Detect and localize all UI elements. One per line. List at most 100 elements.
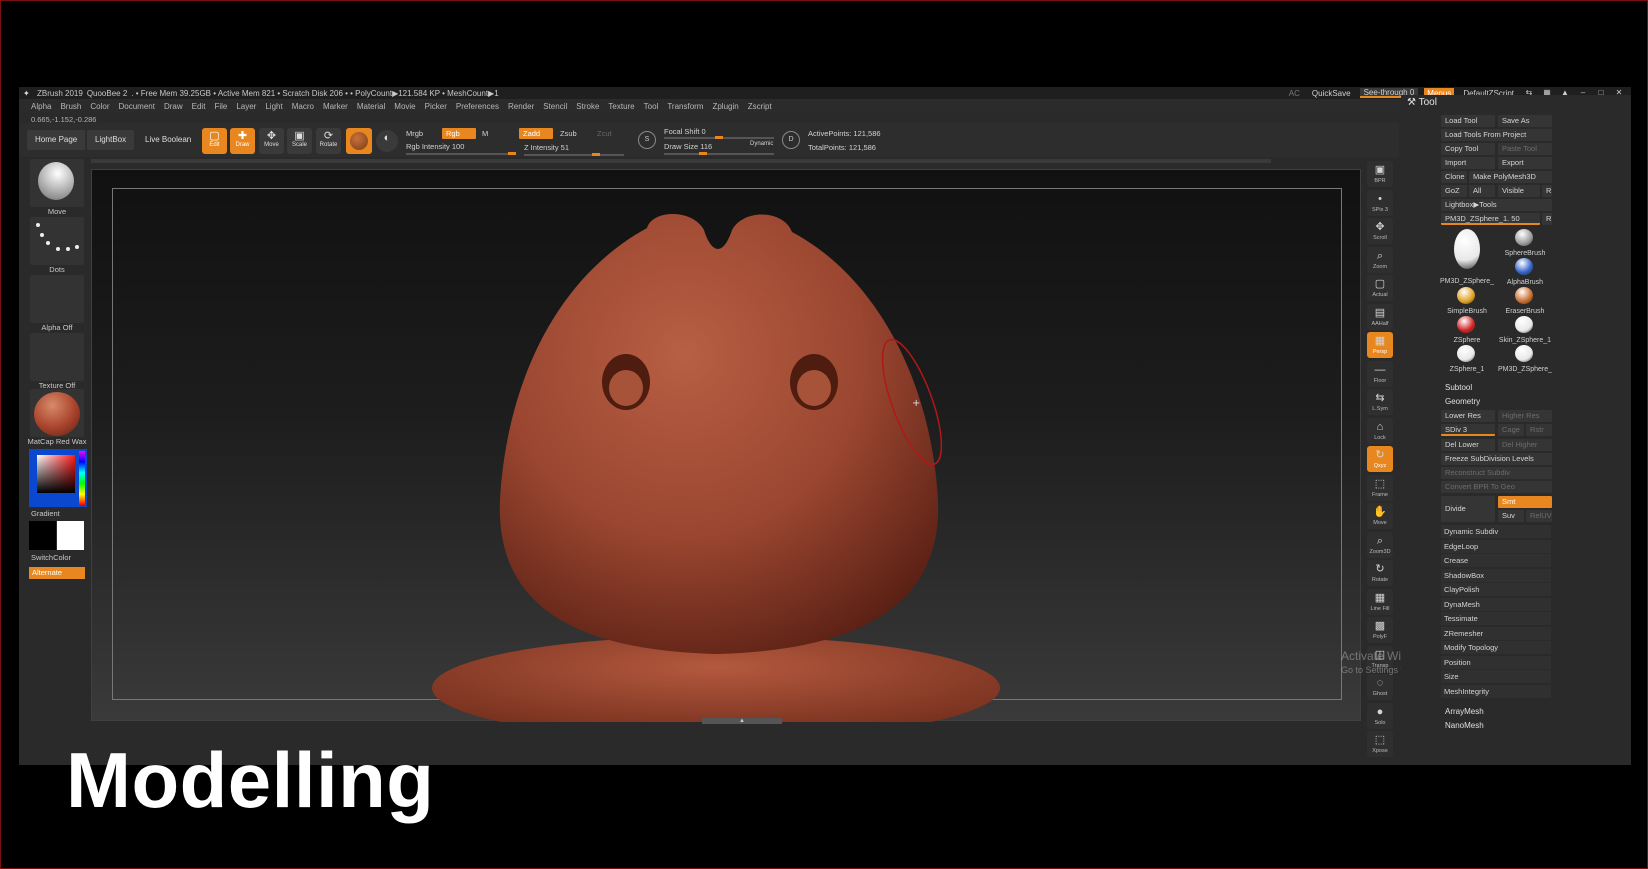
subtool-section[interactable]: Subtool xyxy=(1445,383,1472,392)
move-mode-button[interactable]: ✥ Move xyxy=(259,128,284,154)
tool-thumbnail[interactable]: SphereBrush xyxy=(1497,229,1553,257)
menu-preferences[interactable]: Preferences xyxy=(456,102,499,111)
subpalette-shadowbox[interactable]: ShadowBox xyxy=(1441,568,1551,582)
lightbox-tools-button[interactable]: Lightbox▶Tools xyxy=(1441,199,1552,211)
tool-thumbnail[interactable]: Skin_ZSphere_1 xyxy=(1497,316,1553,344)
subpalette-position[interactable]: Position xyxy=(1441,655,1551,669)
tool-thumbnail[interactable]: SimpleBrush xyxy=(1439,287,1495,315)
draw-mode-button[interactable]: ✚ Draw xyxy=(230,128,255,154)
clone-button[interactable]: Clone xyxy=(1441,171,1467,183)
del-lower-button[interactable]: Del Lower xyxy=(1441,439,1495,451)
view-actual-button[interactable]: ▢ Actual xyxy=(1367,275,1393,301)
divide-button[interactable]: Divide xyxy=(1441,496,1495,522)
menu-edit[interactable]: Edit xyxy=(192,102,206,111)
view-xpose-button[interactable]: ⬚ Xpose xyxy=(1367,731,1393,757)
menu-alpha[interactable]: Alpha xyxy=(31,102,51,111)
view-scroll-button[interactable]: ✥ Scroll xyxy=(1367,218,1393,244)
load-tool-button[interactable]: Load Tool xyxy=(1441,115,1495,127)
color-toggle-button[interactable]: ◐ xyxy=(376,130,398,152)
gradient-label[interactable]: Gradient xyxy=(27,509,87,518)
m-toggle[interactable]: M xyxy=(482,129,488,138)
ac-button[interactable]: AC xyxy=(1286,88,1303,99)
document-canvas[interactable]: + ▲ xyxy=(91,169,1362,724)
tool-thumbnail[interactable]: ZSphere xyxy=(1439,316,1495,344)
subpalette-zremesher[interactable]: ZRemesher xyxy=(1441,626,1551,640)
brush-thumbnail[interactable] xyxy=(30,159,84,207)
primary-color-swatch[interactable] xyxy=(57,521,84,550)
lightbox-button[interactable]: LightBox xyxy=(87,130,135,150)
view-lock-button[interactable]: ⌂ Lock xyxy=(1367,417,1393,444)
menu-layer[interactable]: Layer xyxy=(236,102,256,111)
tool-thumbnail[interactable]: PM3D_ZSphere_ xyxy=(1497,345,1553,373)
menu-material[interactable]: Material xyxy=(357,102,385,111)
menu-light[interactable]: Light xyxy=(265,102,282,111)
subpalette-crease[interactable]: Crease xyxy=(1441,554,1551,567)
color-picker[interactable] xyxy=(29,449,87,507)
smt-toggle[interactable]: Smt xyxy=(1498,496,1552,508)
menu-marker[interactable]: Marker xyxy=(323,102,348,111)
subpalette-size[interactable]: Size xyxy=(1441,670,1551,683)
subpalette-modify-topology[interactable]: Modify Topology xyxy=(1441,641,1551,654)
sdiv-slider[interactable]: SDiv 3 xyxy=(1441,424,1495,436)
nanomesh-section[interactable]: NanoMesh xyxy=(1445,721,1484,730)
focal-shift-icon[interactable]: S xyxy=(638,131,656,149)
model-viewport[interactable]: + xyxy=(92,170,1362,722)
symmetry-icon[interactable]: D xyxy=(782,131,800,149)
menu-file[interactable]: File xyxy=(214,102,227,111)
zadd-toggle[interactable]: Zadd xyxy=(519,128,553,139)
view-ghost-button[interactable]: ◌ Ghost xyxy=(1367,674,1393,700)
current-tool-slider[interactable]: PM3D_ZSphere_1. 50 xyxy=(1441,213,1540,225)
rgb-intensity-slider[interactable] xyxy=(406,153,516,155)
subpalette-tessimate[interactable]: Tessimate xyxy=(1441,612,1551,625)
copy-tool-button[interactable]: Copy Tool xyxy=(1441,143,1495,155)
hue-bar[interactable] xyxy=(79,451,85,505)
draw-size-slider[interactable] xyxy=(664,153,774,155)
live-boolean-button[interactable]: Live Boolean xyxy=(137,130,200,150)
canvas-resize-handle[interactable]: ▲ xyxy=(702,718,782,724)
view-persp-button[interactable]: ▦ Persp xyxy=(1367,332,1393,358)
menu-transform[interactable]: Transform xyxy=(667,102,703,111)
saturation-square[interactable] xyxy=(37,455,75,493)
menu-zscript[interactable]: Zscript xyxy=(748,102,772,111)
view-bpr-button[interactable]: ▣ BPR xyxy=(1367,161,1393,187)
material-thumbnail[interactable] xyxy=(30,389,84,437)
menu-texture[interactable]: Texture xyxy=(608,102,634,111)
mrgb-toggle[interactable]: Mrgb xyxy=(406,129,423,138)
z-intensity-knob[interactable] xyxy=(592,153,600,156)
switch-color-button[interactable]: SwitchColor xyxy=(27,553,87,562)
lower-res-button[interactable]: Lower Res xyxy=(1441,410,1495,422)
reconstruct-subdiv-button[interactable]: Reconstruct Subdiv xyxy=(1441,467,1552,479)
subpalette-edgeloop[interactable]: EdgeLoop xyxy=(1441,539,1551,553)
del-higher-button[interactable]: Del Higher xyxy=(1498,439,1552,451)
view-aahalf-button[interactable]: ▤ AAHalf xyxy=(1367,303,1393,330)
scale-mode-button[interactable]: ▣ Scale xyxy=(287,128,312,154)
secondary-color-swatch[interactable] xyxy=(29,521,56,550)
subpalette-dynamesh[interactable]: DynaMesh xyxy=(1441,597,1551,611)
goz-button[interactable]: GoZ xyxy=(1441,185,1467,197)
edit-mode-button[interactable]: ▢ Edit xyxy=(202,128,227,154)
current-tool-r-button[interactable]: R xyxy=(1542,213,1552,225)
menu-movie[interactable]: Movie xyxy=(394,102,415,111)
paste-tool-button[interactable]: Paste Tool xyxy=(1498,143,1552,155)
menu-draw[interactable]: Draw xyxy=(164,102,183,111)
import-button[interactable]: Import xyxy=(1441,157,1495,169)
stroke-thumbnail[interactable] xyxy=(30,217,84,265)
home-page-button[interactable]: Home Page xyxy=(27,130,86,150)
menu-color[interactable]: Color xyxy=(90,102,109,111)
menu-zplugin[interactable]: Zplugin xyxy=(712,102,738,111)
menu-picker[interactable]: Picker xyxy=(425,102,447,111)
z-intensity-slider[interactable] xyxy=(524,154,624,156)
view-rotate-button[interactable]: ↻ Rotate xyxy=(1367,560,1393,586)
texture-thumbnail[interactable] xyxy=(30,333,84,381)
draw-size-knob[interactable] xyxy=(699,152,707,155)
tool-thumbnail[interactable]: AlphaBrush xyxy=(1497,258,1553,286)
cage-button[interactable]: Cage xyxy=(1498,424,1524,436)
subpalette-dynamic-subdiv[interactable]: Dynamic Subdiv xyxy=(1441,525,1551,538)
menu-macro[interactable]: Macro xyxy=(292,102,314,111)
material-preview-button[interactable] xyxy=(346,128,372,154)
arraymesh-section[interactable]: ArrayMesh xyxy=(1445,707,1484,716)
menu-stroke[interactable]: Stroke xyxy=(576,102,599,111)
menu-render[interactable]: Render xyxy=(508,102,534,111)
tool-thumbnail[interactable]: EraserBrush xyxy=(1497,287,1553,315)
menu-brush[interactable]: Brush xyxy=(60,102,81,111)
